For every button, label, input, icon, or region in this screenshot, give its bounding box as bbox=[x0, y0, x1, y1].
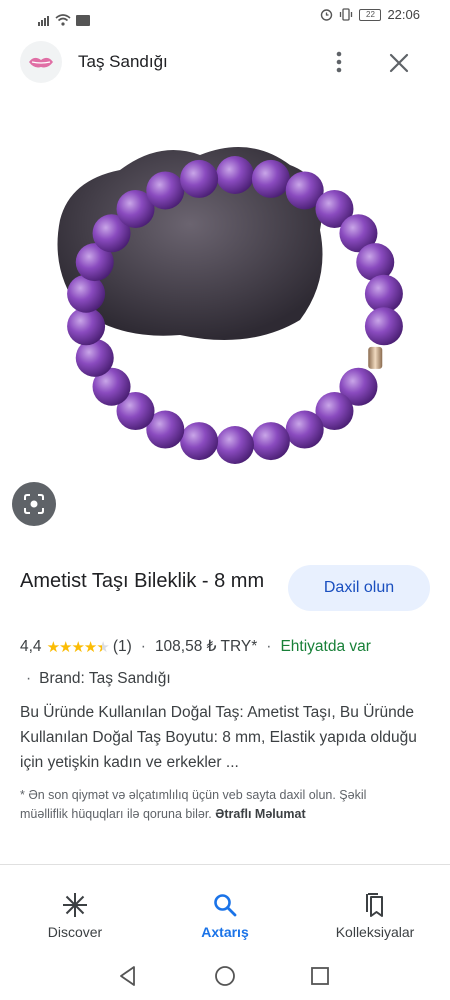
metal-spacer-bead bbox=[368, 346, 383, 369]
star-rating-icon: ★★★★★ bbox=[46, 638, 110, 656]
price: 108,58 ₺ TRY* bbox=[154, 638, 258, 655]
battery-icon: 22 bbox=[359, 8, 382, 21]
bottom-nav: Discover Axtarış Kolleksiyalar bbox=[0, 880, 450, 950]
brand: Brand: Taş Sandığı bbox=[39, 670, 171, 687]
amethyst-bead bbox=[180, 159, 219, 198]
product-image[interactable] bbox=[0, 110, 450, 500]
amethyst-bead bbox=[364, 274, 403, 313]
lens-button[interactable] bbox=[12, 482, 56, 526]
price-disclaimer: * Ən son qiymət və əlçatımlılıq üçün veb… bbox=[20, 786, 400, 824]
close-icon bbox=[389, 53, 409, 73]
asterisk-icon bbox=[63, 893, 87, 917]
amethyst-bead bbox=[180, 422, 219, 461]
amethyst-bead bbox=[216, 426, 254, 464]
amethyst-bead bbox=[67, 307, 106, 346]
more-options-button[interactable] bbox=[328, 48, 350, 76]
home-icon[interactable] bbox=[214, 965, 236, 987]
more-vert-icon bbox=[336, 51, 342, 73]
clock: 22:06 bbox=[387, 7, 420, 22]
nav-discover[interactable]: Discover bbox=[0, 880, 150, 950]
alarm-icon bbox=[321, 9, 333, 21]
site-title: Taş Sandığı bbox=[78, 52, 168, 71]
recents-icon[interactable] bbox=[310, 966, 330, 986]
wifi-icon bbox=[55, 14, 71, 26]
signal-icon bbox=[38, 8, 50, 26]
nav-label-search: Axtarış bbox=[201, 924, 249, 940]
review-count[interactable]: (1) bbox=[113, 638, 132, 656]
amethyst-bead bbox=[216, 156, 254, 194]
search-icon bbox=[214, 894, 237, 917]
status-bar: 22 22:06 bbox=[0, 0, 450, 30]
amethyst-bead bbox=[364, 307, 403, 346]
amethyst-bead bbox=[251, 159, 290, 198]
rating-value: 4,4 bbox=[20, 637, 42, 655]
vibrate-icon bbox=[340, 8, 353, 21]
amethyst-bead bbox=[146, 171, 185, 210]
nav-search[interactable]: Axtarış bbox=[150, 880, 300, 950]
app-bar: Taş Sandığı bbox=[0, 38, 450, 88]
nav-collections[interactable]: Kolleksiyalar bbox=[300, 880, 450, 950]
close-button[interactable] bbox=[386, 50, 412, 76]
amethyst-bead bbox=[251, 422, 290, 461]
disclaimer-text: * Ən son qiymət və əlçatımlılıq üçün veb… bbox=[20, 788, 367, 821]
site-logo bbox=[20, 41, 62, 83]
collections-icon bbox=[366, 893, 383, 917]
brand-row: · Brand: Taş Sandığı bbox=[26, 670, 171, 687]
amethyst-bead bbox=[285, 410, 324, 449]
visit-site-button[interactable]: Daxil olun bbox=[288, 565, 430, 611]
product-title[interactable]: Ametist Taşı Bileklik - 8 mm bbox=[20, 566, 270, 596]
divider bbox=[0, 864, 450, 865]
nav-label-collections: Kolleksiyalar bbox=[335, 924, 415, 940]
system-nav-bar bbox=[0, 955, 450, 1000]
nav-label-discover: Discover bbox=[47, 924, 103, 940]
availability: Ehtiyatda var bbox=[280, 637, 371, 655]
learn-more-link[interactable]: Ətraflı Məlumat bbox=[215, 807, 305, 821]
product-description: Bu Üründe Kullanılan Doğal Taş: Ametist … bbox=[20, 704, 417, 771]
notification-icon bbox=[76, 15, 90, 26]
product-meta: 4,4 ★★★★★ (1) · 108,58 ₺ TRY* · Ehtiyatd… bbox=[20, 637, 371, 656]
back-icon[interactable] bbox=[118, 965, 138, 987]
lens-icon bbox=[24, 494, 44, 514]
